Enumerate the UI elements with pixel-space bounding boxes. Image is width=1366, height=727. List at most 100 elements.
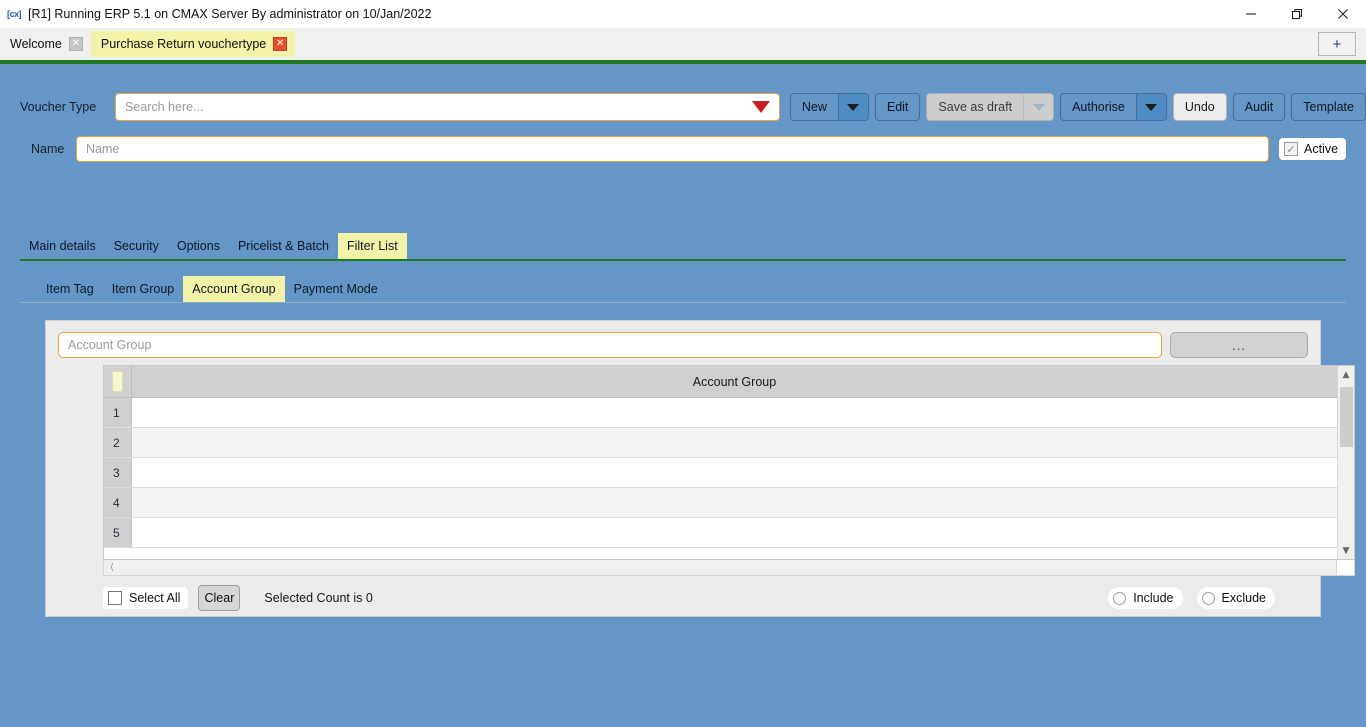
name-input[interactable]: Name bbox=[76, 136, 1269, 162]
active-check-icon: ✓ bbox=[1284, 142, 1298, 156]
save-as-draft-button[interactable]: Save as draft bbox=[926, 93, 1055, 121]
table-row[interactable]: 5 bbox=[104, 518, 1337, 548]
voucher-type-row: Voucher Type Search here... New Edit Sav… bbox=[0, 92, 1366, 122]
account-group-search-placeholder: Account Group bbox=[68, 338, 152, 352]
scroll-down-icon[interactable]: ▼ bbox=[1338, 542, 1354, 559]
subtab-account-group[interactable]: Account Group bbox=[183, 276, 285, 302]
tab-welcome-label: Welcome bbox=[10, 37, 62, 51]
new-tab-button[interactable]: + bbox=[1318, 32, 1356, 56]
row-number: 1 bbox=[104, 398, 132, 427]
account-group-filter-panel: Account Group ... Account Group 1 2 3 4 … bbox=[45, 320, 1355, 617]
grid-column-header-account-group[interactable]: Account Group bbox=[132, 366, 1337, 397]
account-group-search-row: Account Group ... bbox=[46, 321, 1320, 358]
tab-purchase-return-vouchertype[interactable]: Purchase Return vouchertype ✕ bbox=[90, 31, 296, 57]
new-button-label: New bbox=[801, 100, 827, 114]
window-controls bbox=[1228, 0, 1366, 28]
save-as-draft-label: Save as draft bbox=[938, 100, 1013, 114]
exclude-radio-label: Exclude bbox=[1221, 591, 1266, 605]
grid-horizontal-scrollbar[interactable]: ⟨ ⟩ bbox=[103, 560, 1355, 576]
select-all-label: Select All bbox=[129, 591, 181, 605]
select-all-check-icon bbox=[108, 591, 122, 605]
grid-header-row: Account Group bbox=[104, 366, 1337, 398]
form-body: Voucher Type Search here... New Edit Sav… bbox=[0, 64, 1366, 727]
authorise-dropdown-icon[interactable] bbox=[1135, 94, 1166, 120]
row-cell-account-group[interactable] bbox=[132, 428, 1337, 457]
include-exclude-radio-group: Include Exclude bbox=[1108, 587, 1275, 609]
voucher-type-search-input[interactable]: Search here... bbox=[114, 93, 780, 121]
tab-options[interactable]: Options bbox=[168, 233, 229, 259]
subtab-item-group[interactable]: Item Group bbox=[103, 276, 184, 302]
selected-count-text: Selected Count is 0 bbox=[264, 591, 373, 605]
table-row[interactable]: 4 bbox=[104, 488, 1337, 518]
name-label: Name bbox=[31, 142, 65, 156]
include-radio-label: Include bbox=[1133, 591, 1174, 605]
subtab-payment-mode[interactable]: Payment Mode bbox=[285, 276, 387, 302]
row-number: 2 bbox=[104, 428, 132, 457]
tab-welcome[interactable]: Welcome ✕ bbox=[0, 31, 91, 57]
exclude-radio-dot-icon bbox=[1201, 591, 1215, 605]
window-titlebar: [cx] [R1] Running ERP 5.1 on CMAX Server… bbox=[0, 0, 1366, 28]
new-button[interactable]: New bbox=[789, 93, 869, 121]
exclude-radio[interactable]: Exclude bbox=[1196, 587, 1275, 609]
tab-welcome-close-icon[interactable]: ✕ bbox=[68, 37, 83, 51]
table-row[interactable]: 2 bbox=[104, 428, 1337, 458]
window-title: [R1] Running ERP 5.1 on CMAX Server By a… bbox=[28, 7, 432, 21]
main-tab-row: Main details Security Options Pricelist … bbox=[20, 233, 1346, 261]
new-dropdown-icon[interactable] bbox=[837, 94, 868, 120]
tab-pricelist-and-batch[interactable]: Pricelist & Batch bbox=[229, 233, 338, 259]
include-radio-dot-icon bbox=[1113, 591, 1127, 605]
restore-icon[interactable] bbox=[1274, 0, 1320, 28]
audit-button[interactable]: Audit bbox=[1232, 93, 1286, 121]
scroll-left-icon[interactable]: ⟨ bbox=[104, 563, 120, 573]
dropdown-arrow-icon[interactable] bbox=[751, 101, 770, 113]
voucher-type-placeholder: Search here... bbox=[124, 100, 204, 114]
row-number: 4 bbox=[104, 488, 132, 517]
voucher-type-label: Voucher Type bbox=[20, 100, 97, 114]
name-placeholder: Name bbox=[86, 142, 120, 156]
clear-button[interactable]: Clear bbox=[198, 585, 241, 611]
document-tabstrip: Welcome ✕ Purchase Return vouchertype ✕ … bbox=[0, 28, 1366, 60]
account-group-grid: Account Group 1 2 3 4 5 ▲ ▼ bbox=[103, 365, 1355, 560]
vertical-scroll-thumb[interactable] bbox=[1340, 387, 1353, 447]
row-cell-account-group[interactable] bbox=[132, 488, 1337, 517]
template-button[interactable]: Template bbox=[1291, 93, 1366, 121]
minimize-icon[interactable] bbox=[1228, 0, 1274, 28]
edit-button[interactable]: Edit bbox=[874, 93, 921, 121]
authorise-button-label: Authorise bbox=[1072, 100, 1125, 114]
action-toolbar: New Edit Save as draft Authorise Undo Au… bbox=[789, 93, 1366, 121]
active-checkbox[interactable]: ✓ Active bbox=[1279, 138, 1347, 160]
row-cell-account-group[interactable] bbox=[132, 458, 1337, 487]
new-tab-button-wrap: + bbox=[1318, 32, 1356, 56]
name-row: Name Name ✓ Active bbox=[0, 135, 1366, 163]
app-icon: [cx] bbox=[6, 9, 22, 19]
include-radio[interactable]: Include bbox=[1108, 587, 1183, 609]
select-all-checkbox[interactable]: Select All bbox=[103, 587, 189, 609]
grid-vertical-scrollbar[interactable]: ▲ ▼ bbox=[1337, 366, 1354, 559]
vertical-scroll-track[interactable] bbox=[1338, 383, 1354, 542]
account-group-search-input[interactable]: Account Group bbox=[58, 332, 1162, 358]
grid-main: Account Group 1 2 3 4 5 bbox=[104, 366, 1337, 559]
filter-panel-footer: Select All Clear Selected Count is 0 Inc… bbox=[46, 579, 1320, 617]
authorise-button[interactable]: Authorise bbox=[1060, 93, 1167, 121]
tab-main-details[interactable]: Main details bbox=[20, 233, 105, 259]
scroll-up-icon[interactable]: ▲ bbox=[1338, 366, 1354, 383]
row-number: 5 bbox=[104, 518, 132, 547]
row-cell-account-group[interactable] bbox=[132, 518, 1337, 547]
grid-rows: 1 2 3 4 5 bbox=[104, 398, 1337, 559]
tab-filter-list[interactable]: Filter List bbox=[337, 233, 407, 259]
tab-security[interactable]: Security bbox=[105, 233, 168, 259]
undo-button[interactable]: Undo bbox=[1172, 93, 1227, 121]
account-group-browse-button[interactable]: ... bbox=[1170, 332, 1308, 358]
subtab-item-tag[interactable]: Item Tag bbox=[37, 276, 103, 302]
grid-header-gutter bbox=[104, 366, 132, 397]
grid-select-indicator bbox=[112, 371, 123, 392]
table-row[interactable]: 1 bbox=[104, 398, 1337, 428]
tab-purchase-return-vouchertype-label: Purchase Return vouchertype bbox=[100, 37, 267, 51]
filter-sub-tab-row: Item Tag Item Group Account Group Paymen… bbox=[20, 276, 1346, 303]
close-icon[interactable] bbox=[1320, 0, 1366, 28]
row-cell-account-group[interactable] bbox=[132, 398, 1337, 427]
save-as-draft-dropdown-icon[interactable] bbox=[1023, 94, 1054, 120]
table-row[interactable]: 3 bbox=[104, 458, 1337, 488]
tab-purchase-return-vouchertype-close-icon[interactable]: ✕ bbox=[273, 37, 288, 51]
scrollbar-corner bbox=[1336, 560, 1355, 576]
